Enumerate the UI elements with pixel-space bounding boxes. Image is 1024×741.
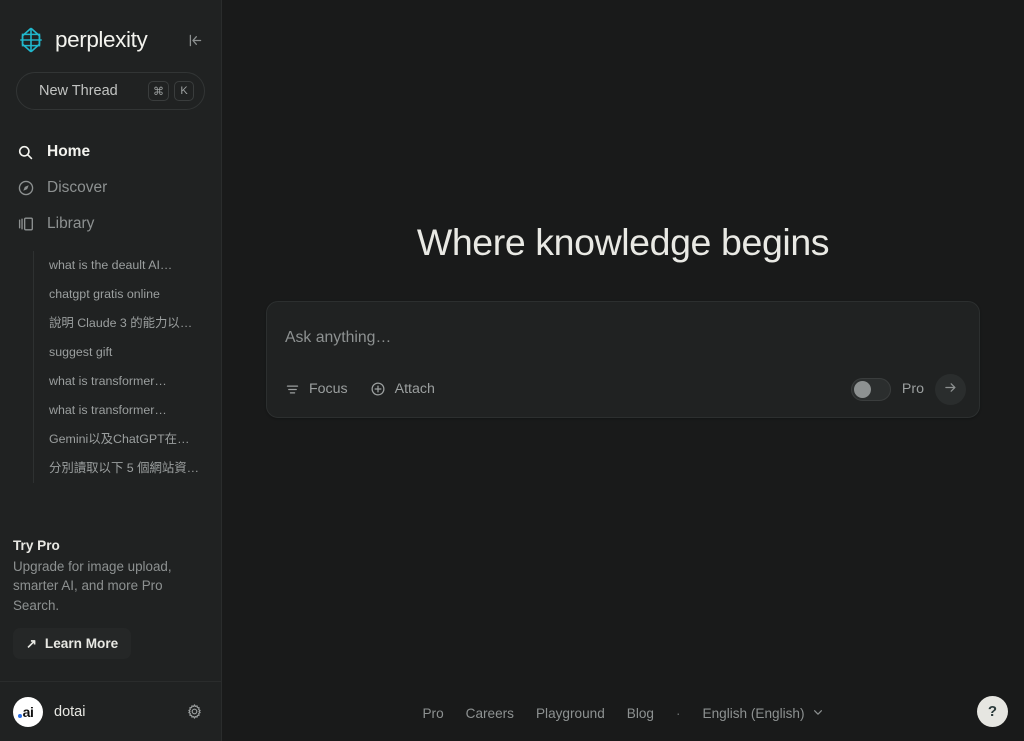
new-thread-shortcut: ⌘ K (148, 81, 194, 101)
username-label: dotai (54, 703, 86, 720)
thread-list-item[interactable]: what is transformer… (48, 396, 221, 425)
footer-link-blog[interactable]: Blog (627, 706, 654, 721)
avatar[interactable]: ai (13, 696, 43, 727)
focus-button[interactable]: Focus (284, 374, 348, 404)
sidebar-item-discover[interactable]: Discover (16, 170, 205, 206)
search-toolbar: Focus Attach Pro (267, 362, 979, 417)
help-question-icon: ? (987, 703, 998, 720)
thread-list-item[interactable]: Gemini以及ChatGPT在… (48, 425, 221, 454)
try-pro-description: Upgrade for image upload, smarter AI, an… (13, 558, 172, 613)
search-right-tools: Pro (850, 373, 966, 405)
footer-link-careers[interactable]: Careers (466, 706, 514, 721)
attach-label: Attach (394, 381, 435, 397)
compass-icon (16, 179, 35, 198)
library-icon (16, 215, 35, 234)
sidebar-header: perplexity (0, 0, 221, 62)
footer-separator: · (675, 705, 681, 721)
shortcut-key-k: K (174, 81, 194, 101)
search-box: Focus Attach Pr (266, 300, 980, 418)
sidebar: perplexity New Thread ⌘ K Home Discover … (0, 0, 222, 741)
help-button[interactable]: ? (977, 696, 1008, 727)
footer-link-playground[interactable]: Playground (536, 706, 605, 721)
thread-list-item[interactable]: 說明 Claude 3 的能力以… (48, 309, 221, 338)
sidebar-item-library[interactable]: Library (16, 206, 205, 242)
submit-button[interactable] (935, 373, 966, 405)
pro-label: Pro (901, 381, 924, 397)
thread-history-list: what is the deault AI… chatgpt gratis on… (33, 251, 221, 483)
arrow-up-right-icon: ↗ (26, 635, 37, 651)
language-selector[interactable]: English (English) (703, 706, 824, 721)
arrow-right-icon (943, 380, 958, 398)
sidebar-nav: Home Discover Library (0, 134, 221, 242)
sidebar-item-discover-label: Discover (47, 179, 108, 196)
sidebar-item-library-label: Library (47, 215, 95, 232)
avatar-label: ai (22, 703, 34, 720)
sidebar-item-home-label: Home (47, 143, 91, 160)
language-label: English (English) (702, 705, 805, 721)
plus-circle-icon (370, 381, 387, 398)
pro-toggle-knob (853, 380, 871, 398)
sidebar-item-home[interactable]: Home (16, 134, 205, 170)
thread-list-item[interactable]: what is the deault AI… (48, 251, 221, 280)
brand-name: perplexity (55, 27, 148, 52)
chevron-down-icon (812, 706, 824, 721)
search-input[interactable] (267, 301, 979, 350)
learn-more-label: Learn More (44, 636, 119, 651)
footer: Pro Careers Playground Blog · English (E… (222, 685, 1024, 741)
filter-sliders-icon (284, 381, 301, 398)
new-thread-label: New Thread (39, 83, 118, 99)
gear-icon[interactable] (183, 701, 205, 723)
try-pro-panel: Try Pro Upgrade for image upload, smarte… (0, 538, 221, 659)
thread-list-item[interactable]: 分別讀取以下 5 個網站資… (48, 454, 221, 483)
search-icon (16, 143, 35, 162)
shortcut-key-command: ⌘ (148, 81, 169, 101)
main-content: Where knowledge begins Focus (222, 0, 1024, 741)
user-account-bar[interactable]: ai dotai (0, 681, 221, 741)
collapse-sidebar-icon[interactable] (183, 28, 207, 52)
focus-label: Focus (309, 381, 348, 397)
thread-list-item[interactable]: chatgpt gratis online (48, 280, 221, 309)
perplexity-snowflake-logo-icon[interactable] (16, 25, 46, 55)
avatar-blue-dot (18, 713, 22, 718)
thread-list-item[interactable]: suggest gift (48, 338, 221, 367)
page-title: Where knowledge begins (416, 221, 830, 263)
perplexity-app: perplexity New Thread ⌘ K Home Discover … (0, 0, 1024, 741)
attach-button[interactable]: Attach (370, 374, 435, 404)
new-thread-button[interactable]: New Thread ⌘ K (16, 72, 205, 110)
pro-toggle[interactable] (850, 377, 891, 401)
footer-link-pro[interactable]: Pro (422, 706, 443, 721)
try-pro-title: Try Pro (13, 537, 60, 553)
thread-list-item[interactable]: what is transformer… (48, 367, 221, 396)
learn-more-button[interactable]: ↗ Learn More (13, 628, 132, 659)
